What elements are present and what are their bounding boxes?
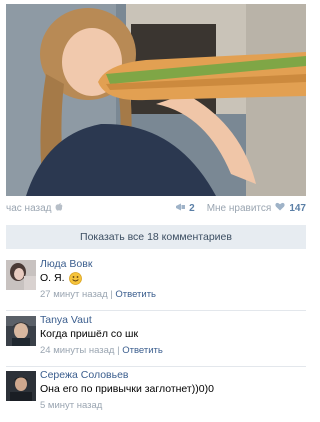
post-meta-bar: час назад 2 Мне нравится 147 bbox=[6, 198, 306, 218]
post-photo[interactable] bbox=[6, 4, 306, 196]
comment-time[interactable]: 27 минут назад bbox=[40, 289, 108, 300]
comment-author[interactable]: Tanya Vaut bbox=[40, 313, 306, 327]
show-all-comments-button[interactable]: Показать все 18 комментариев bbox=[6, 225, 306, 249]
comment-footer: 24 минуты назад | Ответить bbox=[40, 344, 306, 358]
comment-text-row: Она его по привычки заглотнет))0)0 bbox=[40, 382, 306, 397]
comment-footer: 27 минут назад | Ответить bbox=[40, 288, 306, 302]
comment-text: О. Я. bbox=[40, 272, 65, 284]
comment-item: Сережа Соловьев Она его по привычки загл… bbox=[6, 366, 306, 422]
comment-author[interactable]: Люда Вовк bbox=[40, 257, 306, 271]
photo-illustration bbox=[6, 4, 306, 196]
comment-time[interactable]: 5 минут назад bbox=[40, 400, 102, 411]
comment-text: Она его по привычки заглотнет))0)0 bbox=[40, 383, 214, 395]
comment-author[interactable]: Сережа Соловьев bbox=[40, 368, 306, 382]
comment-text-row: О. Я. bbox=[40, 271, 306, 286]
comment-item: Люда Вовк О. Я. 27 минут назад | Ответит… bbox=[6, 255, 306, 311]
post-actions: 2 Мне нравится 147 bbox=[175, 202, 306, 215]
heart-icon[interactable] bbox=[275, 202, 285, 214]
comment-separator: | bbox=[117, 345, 120, 356]
apple-icon bbox=[55, 202, 63, 214]
comment-time[interactable]: 24 минуты назад bbox=[40, 345, 114, 356]
comment-text: Когда пришёл со шк bbox=[40, 328, 139, 340]
avatar[interactable] bbox=[6, 316, 36, 346]
share-count[interactable]: 2 bbox=[189, 203, 195, 214]
comment-text-row: Когда пришёл со шк bbox=[40, 327, 306, 342]
comment-separator: | bbox=[110, 289, 113, 300]
comment-footer: 5 минут назад bbox=[40, 399, 306, 413]
like-button-label[interactable]: Мне нравится bbox=[207, 203, 272, 214]
avatar[interactable] bbox=[6, 260, 36, 290]
comment-item: Tanya Vaut Когда пришёл со шк 24 минуты … bbox=[6, 311, 306, 367]
avatar[interactable] bbox=[6, 371, 36, 401]
megaphone-icon[interactable] bbox=[175, 202, 186, 215]
reply-link[interactable]: Ответить bbox=[115, 289, 156, 300]
reply-link[interactable]: Ответить bbox=[122, 345, 163, 356]
post-time: час назад bbox=[6, 202, 63, 214]
like-count[interactable]: 147 bbox=[289, 203, 306, 214]
post-time-label: час назад bbox=[6, 202, 52, 214]
smiling-face-emoji bbox=[68, 272, 82, 285]
